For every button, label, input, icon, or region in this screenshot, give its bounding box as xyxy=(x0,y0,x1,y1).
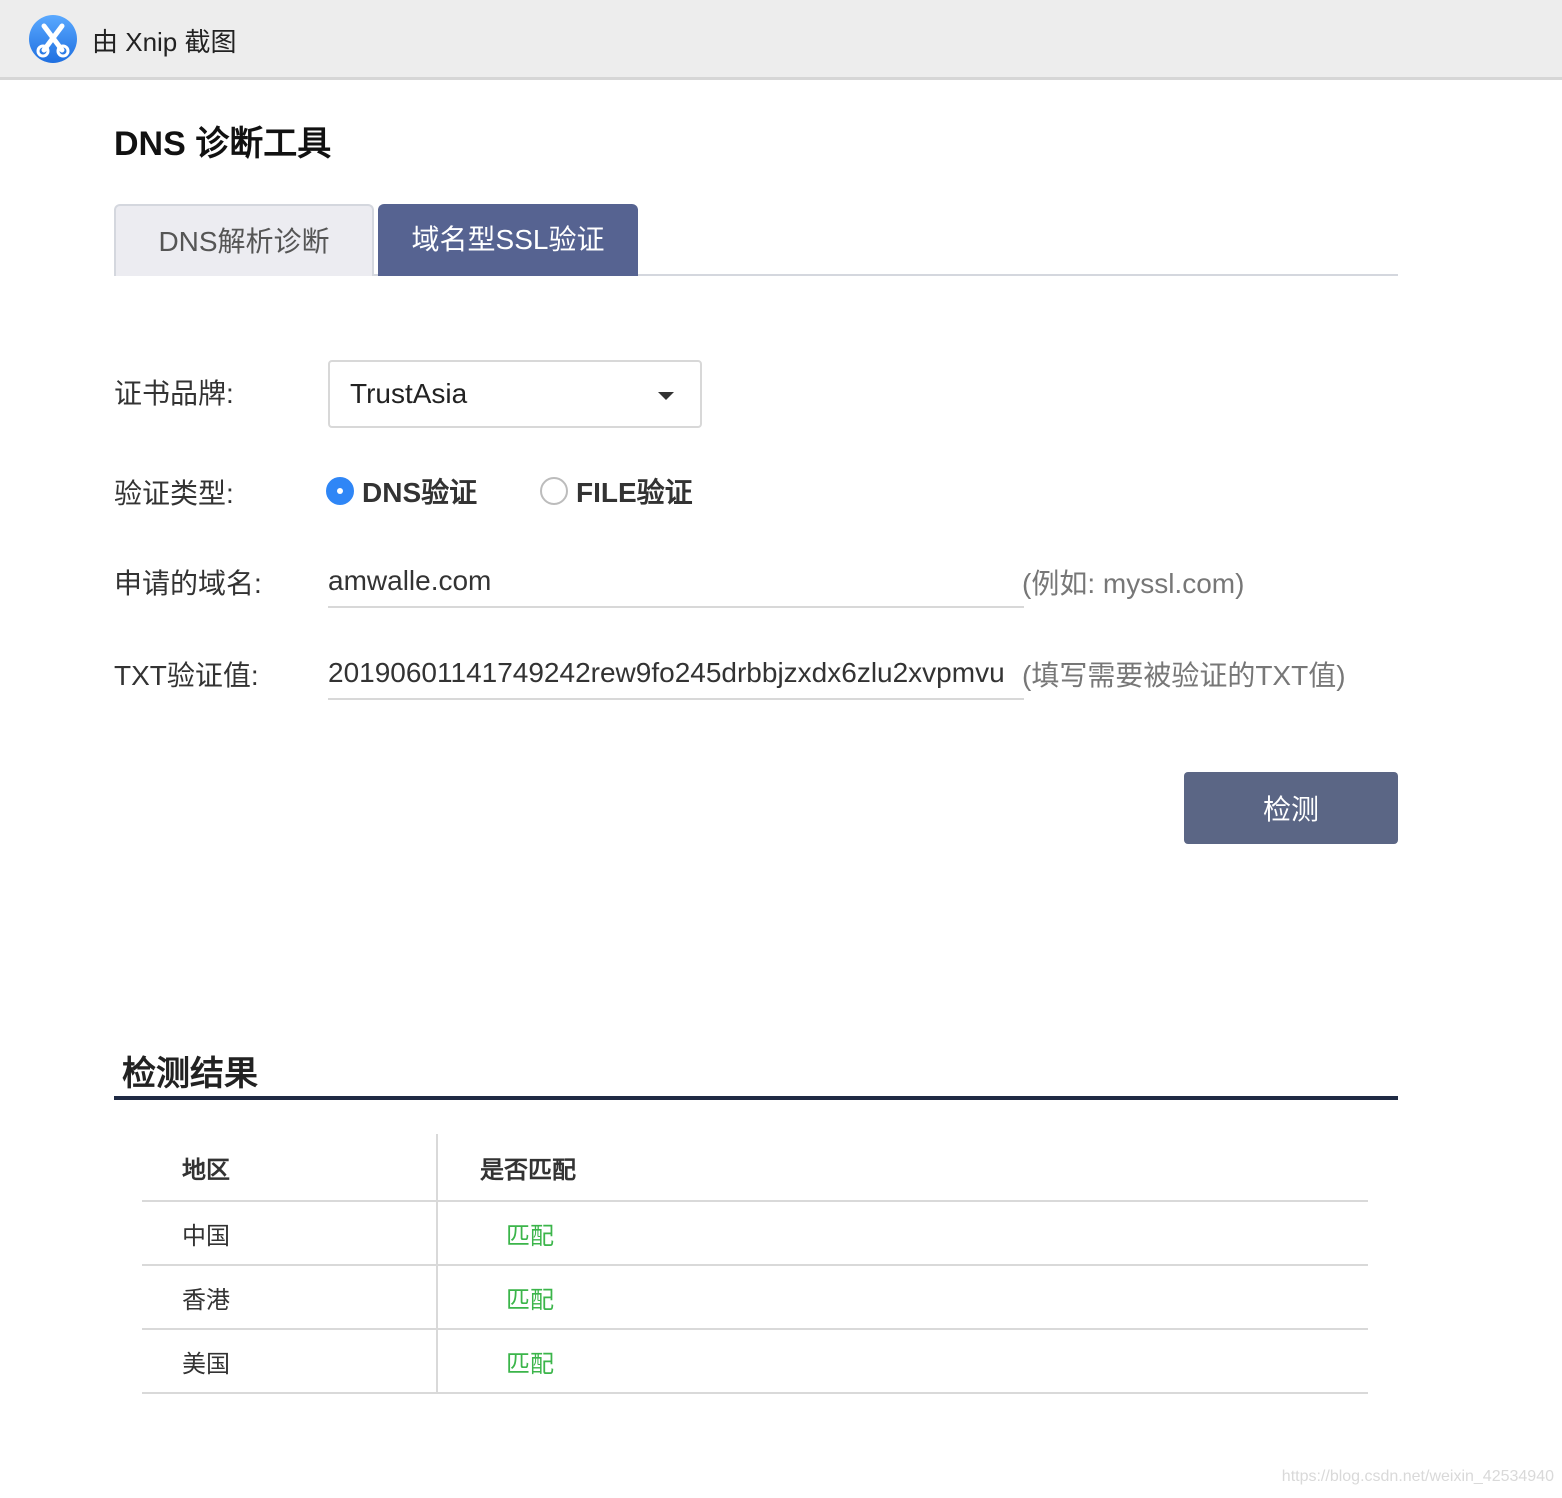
tab-bar: DNS解析诊断 域名型SSL验证 xyxy=(114,204,1398,276)
txt-value-label: TXT验证值: xyxy=(114,660,259,691)
column-header-region: 地区 xyxy=(142,1134,438,1200)
check-button[interactable]: 检测 xyxy=(1184,772,1398,844)
table-row: 中国 匹配 xyxy=(142,1202,1368,1266)
results-table: 地区 是否匹配 中国 匹配 香港 匹配 美国 匹配 xyxy=(142,1134,1368,1394)
region-cell: 美国 xyxy=(142,1330,438,1392)
txt-value-input[interactable] xyxy=(328,648,1024,700)
watermark-text: https://blog.csdn.net/weixin_42534940 xyxy=(1281,1468,1554,1485)
tab-ssl-verification[interactable]: 域名型SSL验证 xyxy=(378,204,638,276)
radio-unchecked-icon xyxy=(540,477,568,505)
table-row: 香港 匹配 xyxy=(142,1266,1368,1330)
table-header-row: 地区 是否匹配 xyxy=(142,1134,1368,1202)
capture-title: 由 Xnip 截图 xyxy=(92,27,237,57)
region-cell: 中国 xyxy=(142,1202,438,1264)
radio-checked-icon xyxy=(326,477,354,505)
cert-brand-label: 证书品牌: xyxy=(114,378,234,409)
txt-value-hint: (填写需要被验证的TXT值) xyxy=(1022,660,1346,691)
domain-hint: (例如: myssl.com) xyxy=(1022,568,1245,599)
results-title: 检测结果 xyxy=(122,1055,258,1093)
capture-toolbar: 由 Xnip 截图 xyxy=(0,0,1562,80)
radio-file-label: FILE验证 xyxy=(576,477,693,508)
results-divider xyxy=(114,1096,1398,1100)
radio-dns-label: DNS验证 xyxy=(362,477,478,508)
chevron-down-icon xyxy=(658,392,674,400)
verify-type-label: 验证类型: xyxy=(114,478,234,509)
match-cell: 匹配 xyxy=(506,1222,554,1250)
cert-brand-value: TrustAsia xyxy=(350,378,468,409)
match-cell: 匹配 xyxy=(506,1350,554,1378)
domain-label: 申请的域名: xyxy=(114,568,262,599)
region-cell: 香港 xyxy=(142,1266,438,1328)
tab-dns-diagnosis[interactable]: DNS解析诊断 xyxy=(114,204,374,276)
page-title: DNS 诊断工具 xyxy=(114,125,332,163)
domain-input[interactable] xyxy=(328,556,1024,608)
column-header-match: 是否匹配 xyxy=(480,1156,576,1184)
match-cell: 匹配 xyxy=(506,1286,554,1314)
xnip-logo-icon xyxy=(29,15,77,63)
radio-dns-verify[interactable]: DNS验证 xyxy=(326,476,477,508)
cert-brand-select[interactable]: TrustAsia xyxy=(328,360,702,428)
radio-file-verify[interactable]: FILE验证 xyxy=(540,476,693,508)
table-row: 美国 匹配 xyxy=(142,1330,1368,1394)
